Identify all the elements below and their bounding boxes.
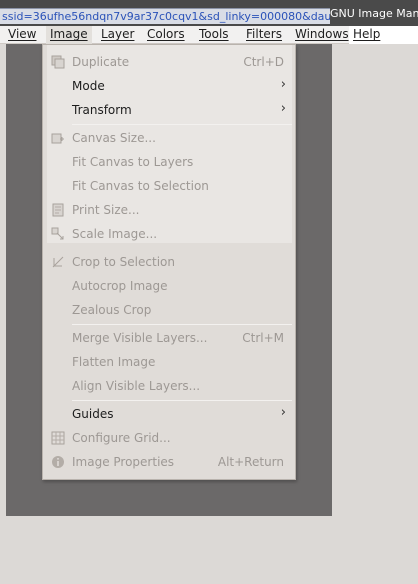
menu-item-zealous-crop[interactable]: Zealous Crop <box>43 298 295 322</box>
image-menu-dropdown: Duplicate Ctrl+D Mode › Transform › Canv… <box>42 44 296 480</box>
menu-item-mode[interactable]: Mode › <box>43 74 295 98</box>
submenu-arrow-icon: › <box>280 101 286 116</box>
menu-item-label: Merge Visible Layers... <box>72 331 208 345</box>
menu-item-configure-grid[interactable]: Configure Grid... <box>43 426 295 450</box>
menu-separator <box>72 324 292 325</box>
menu-item-accel: Alt+Return <box>217 455 284 469</box>
menu-item-label: Align Visible Layers... <box>72 379 201 393</box>
menu-item-fit-canvas-to-selection[interactable]: Fit Canvas to Selection <box>43 174 295 198</box>
menu-item-label: Fit Canvas to Layers <box>72 155 194 169</box>
menu-item-guides[interactable]: Guides › <box>43 402 295 426</box>
menu-layer[interactable]: Layer <box>97 26 138 44</box>
menu-item-scale-image[interactable]: Scale Image... <box>43 222 295 246</box>
menu-item-label: Print Size... <box>72 203 140 217</box>
menu-item-label: Autocrop Image <box>72 279 168 293</box>
menu-item-transform[interactable]: Transform › <box>43 98 295 122</box>
menu-item-autocrop-image[interactable]: Autocrop Image <box>43 274 295 298</box>
menu-item-label: Mode <box>72 79 105 93</box>
menu-help[interactable]: Help <box>349 26 418 44</box>
menu-separator <box>72 400 292 401</box>
menu-item-label: Flatten Image <box>72 355 156 369</box>
menu-windows[interactable]: Windows <box>291 26 353 44</box>
menu-item-canvas-size[interactable]: Canvas Size... <box>43 126 295 150</box>
menu-item-accel: Ctrl+M <box>242 331 284 345</box>
title-bar: ssid=36ufhe56ndqn7v9ar37c0cqv1&sd_linky=… <box>0 0 418 26</box>
menu-item-label: Crop to Selection <box>72 255 175 269</box>
menu-item-label: Fit Canvas to Selection <box>72 179 209 193</box>
canvas-size-icon <box>51 131 65 145</box>
menu-item-label: Configure Grid... <box>72 431 171 445</box>
menu-colors[interactable]: Colors <box>143 26 189 44</box>
menu-item-label: Guides <box>72 407 114 421</box>
menu-item-merge-visible-layers[interactable]: Merge Visible Layers... Ctrl+M <box>43 326 295 350</box>
menu-separator <box>72 124 292 125</box>
menu-item-print-size[interactable]: Print Size... <box>43 198 295 222</box>
menu-item-image-properties[interactable]: Image Properties Alt+Return <box>43 450 295 474</box>
menu-item-fit-canvas-to-layers[interactable]: Fit Canvas to Layers <box>43 150 295 174</box>
submenu-arrow-icon: › <box>280 405 286 420</box>
window-title: GNU Image Manipu <box>330 7 418 20</box>
print-size-icon <box>51 203 65 217</box>
submenu-arrow-icon: › <box>280 77 286 92</box>
scale-image-icon <box>51 227 65 241</box>
menu-item-label: Scale Image... <box>72 227 158 241</box>
menu-item-crop-to-selection[interactable]: Crop to Selection <box>43 250 295 274</box>
info-icon <box>51 455 65 469</box>
menu-item-label: Duplicate <box>72 55 130 69</box>
menu-view[interactable]: View <box>4 26 40 44</box>
menu-tools[interactable]: Tools <box>195 26 233 44</box>
menu-item-accel: Ctrl+D <box>243 55 284 69</box>
menu-bar: View Image Layer Colors Tools Filters Wi… <box>0 26 418 44</box>
menu-item-align-visible-layers[interactable]: Align Visible Layers... <box>43 374 295 398</box>
menu-filters[interactable]: Filters <box>242 26 286 44</box>
menu-item-label: Transform <box>72 103 132 117</box>
duplicate-icon <box>51 55 65 69</box>
grid-icon <box>51 431 65 445</box>
menu-item-label: Zealous Crop <box>72 303 152 317</box>
menu-item-flatten-image[interactable]: Flatten Image <box>43 350 295 374</box>
menu-image[interactable]: Image <box>46 26 92 44</box>
url-strip: ssid=36ufhe56ndqn7v9ar37c0cqv1&sd_linky=… <box>0 8 330 24</box>
crop-icon <box>51 255 65 269</box>
menu-item-label: Canvas Size... <box>72 131 156 145</box>
menu-item-label: Image Properties <box>72 455 175 469</box>
menu-item-duplicate[interactable]: Duplicate Ctrl+D <box>43 50 295 74</box>
